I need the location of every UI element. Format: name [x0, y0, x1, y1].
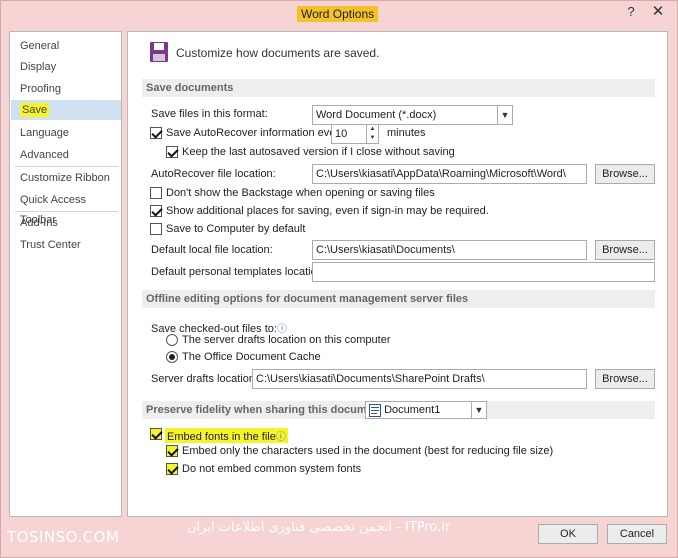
autorecover-location-field[interactable]: C:\Users\kiasati\AppData\Roaming\Microso…	[312, 164, 587, 184]
server-drafts-radio[interactable]	[166, 334, 178, 346]
save-to-computer-label: Save to Computer by default	[166, 223, 305, 235]
fidelity-document-value: Document1	[384, 404, 440, 416]
save-format-select[interactable]: Word Document (*.docx) ▼	[312, 105, 513, 125]
default-local-location-value: C:\Users\kiasati\Documents\	[316, 244, 455, 256]
backstage-label: Don't show the Backstage when opening or…	[166, 187, 435, 199]
sidebar-item-general[interactable]: General	[11, 36, 121, 56]
section-save-documents: Save documents	[142, 79, 655, 97]
info-icon: ⓘ	[276, 432, 286, 443]
word-options-window: Word Options ? ✕ General Display Proofin…	[0, 0, 678, 558]
sidebar-item-quick-access-toolbar[interactable]: Quick Access Toolbar	[11, 190, 121, 210]
default-personal-templates-field[interactable]	[312, 262, 655, 282]
watermark-center: انجمن تخصصی فناوری اطلاعات ایران - ITPro…	[187, 520, 450, 535]
window-title: Word Options	[297, 6, 378, 22]
embed-fonts-checkbox[interactable]	[150, 428, 162, 440]
additional-places-label: Show additional places for saving, even …	[166, 205, 489, 217]
sidebar-item-label: Add-Ins	[20, 217, 58, 229]
sidebar-item-label: Language	[20, 127, 69, 139]
watermark-left: TOSINSO.COM	[7, 528, 119, 546]
do-not-embed-system-fonts-label: Do not embed common system fonts	[182, 463, 361, 475]
save-checked-out-label: Save checked-out files to:ⓘ	[151, 320, 287, 335]
embed-only-used-characters-checkbox[interactable]	[166, 445, 178, 457]
embed-only-used-characters-label: Embed only the characters used in the do…	[182, 445, 553, 457]
page-heading: Customize how documents are saved.	[176, 46, 379, 60]
autorecover-minutes-stepper[interactable]: 10 ▲▼	[331, 124, 379, 144]
server-drafts-location-field[interactable]: C:\Users\kiasati\Documents\SharePoint Dr…	[252, 369, 587, 389]
sidebar-item-display[interactable]: Display	[11, 57, 121, 77]
sidebar-item-advanced[interactable]: Advanced	[11, 145, 121, 165]
cancel-button[interactable]: Cancel	[607, 524, 667, 544]
options-content: Customize how documents are saved. Save …	[127, 31, 668, 517]
options-sidebar: General Display Proofing Save Language A…	[9, 31, 122, 517]
sidebar-item-save[interactable]: Save	[11, 100, 121, 120]
sidebar-item-proofing[interactable]: Proofing	[11, 79, 121, 99]
sidebar-item-label: Trust Center	[20, 239, 81, 251]
keep-last-autosaved-label: Keep the last autosaved version if I clo…	[182, 146, 455, 158]
save-format-value: Word Document (*.docx)	[316, 109, 436, 121]
office-document-cache-radio[interactable]	[166, 351, 178, 363]
sidebar-item-customize-ribbon[interactable]: Customize Ribbon	[11, 168, 121, 188]
sidebar-item-trust-center[interactable]: Trust Center	[11, 235, 121, 255]
sidebar-item-language[interactable]: Language	[11, 123, 121, 143]
embed-fonts-label: Embed fonts in the fileⓘ	[165, 428, 288, 443]
embed-fonts-text: Embed fonts in the file	[167, 431, 276, 443]
default-local-browse-button[interactable]: Browse...	[595, 240, 655, 260]
sidebar-item-label: Display	[20, 61, 56, 73]
server-drafts-location-value: C:\Users\kiasati\Documents\SharePoint Dr…	[256, 373, 485, 385]
autorecover-checkbox[interactable]	[150, 127, 162, 139]
server-drafts-option-label: The server drafts location on this compu…	[182, 334, 390, 346]
fidelity-document-select[interactable]: Document1 ▼	[365, 401, 487, 419]
spinner-arrows-icon[interactable]: ▲▼	[366, 125, 378, 143]
additional-places-checkbox[interactable]	[150, 205, 162, 217]
sidebar-item-label: Advanced	[20, 149, 69, 161]
backstage-checkbox[interactable]	[150, 187, 162, 199]
sidebar-item-label: Customize Ribbon	[20, 172, 110, 184]
default-local-location-field[interactable]: C:\Users\kiasati\Documents\	[312, 240, 587, 260]
chevron-down-icon: ▼	[471, 402, 486, 418]
word-document-icon	[369, 404, 381, 417]
sidebar-item-label: Save	[20, 103, 49, 117]
save-to-computer-checkbox[interactable]	[150, 223, 162, 235]
autorecover-location-value: C:\Users\kiasati\AppData\Roaming\Microso…	[316, 168, 566, 180]
sidebar-divider	[15, 166, 118, 167]
autorecover-label: Save AutoRecover information every	[166, 127, 345, 139]
keep-last-autosaved-checkbox[interactable]	[166, 146, 178, 158]
help-icon[interactable]: ?	[622, 3, 640, 21]
section-offline-editing: Offline editing options for document man…	[142, 290, 655, 308]
chevron-down-icon: ▼	[497, 106, 512, 124]
sidebar-divider	[15, 211, 118, 212]
sidebar-item-label: Proofing	[20, 83, 61, 95]
ok-button[interactable]: OK	[538, 524, 598, 544]
server-drafts-browse-button[interactable]: Browse...	[595, 369, 655, 389]
server-drafts-location-label: Server drafts location:	[151, 373, 258, 385]
close-icon[interactable]: ✕	[649, 3, 667, 21]
autorecover-minutes-value: 10	[335, 128, 347, 140]
autorecover-location-label: AutoRecover file location:	[151, 168, 276, 180]
office-document-cache-label: The Office Document Cache	[182, 351, 321, 363]
default-personal-templates-label: Default personal templates location:	[151, 266, 326, 278]
do-not-embed-system-fonts-checkbox[interactable]	[166, 463, 178, 475]
sidebar-item-add-ins[interactable]: Add-Ins	[11, 213, 121, 233]
save-icon	[149, 41, 169, 66]
minutes-label: minutes	[387, 127, 426, 139]
format-label: Save files in this format:	[151, 108, 268, 120]
sidebar-item-label: General	[20, 40, 59, 52]
default-local-location-label: Default local file location:	[151, 244, 273, 256]
autorecover-browse-button[interactable]: Browse...	[595, 164, 655, 184]
title-bar: Word Options ? ✕	[1, 1, 677, 25]
